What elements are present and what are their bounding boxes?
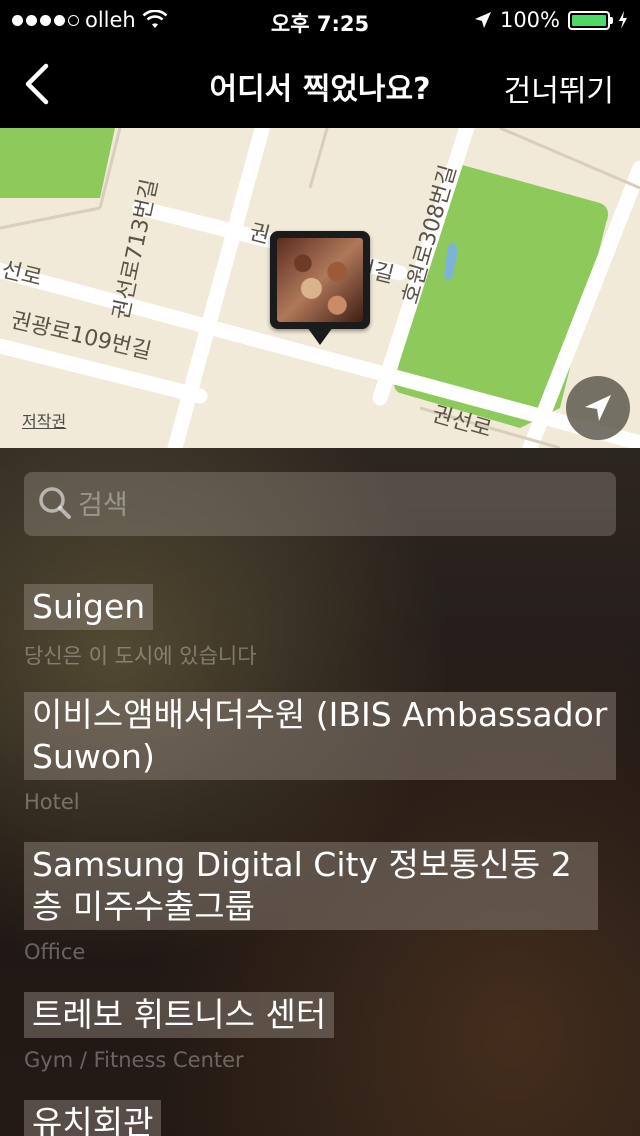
place-name: 트레보 휘트니스 센터	[24, 992, 335, 1038]
list-item[interactable]: Samsung Digital City 정보통신동 2층 미주수출그룹 Off…	[24, 842, 598, 964]
list-item[interactable]: 유치회관	[24, 1100, 162, 1136]
location-arrow-icon	[585, 395, 611, 421]
map-view[interactable]: 권선로713번길 호원로308번길 권광로109번길 권선로 선로 권 번길 저…	[0, 128, 640, 448]
list-item[interactable]: 트레보 휘트니스 센터 Gym / Fitness Center	[24, 992, 335, 1072]
place-list-panel: Suigen 당신은 이 도시에 있습니다 이비스앰배서더수원 (IBIS Am…	[0, 448, 640, 1136]
list-item[interactable]: Suigen 당신은 이 도시에 있습니다	[24, 584, 257, 670]
back-chevron-icon[interactable]	[20, 62, 60, 106]
battery-percent: 100%	[499, 8, 560, 32]
map-copyright-link[interactable]: 저작권	[22, 408, 66, 432]
photo-thumbnail	[277, 238, 363, 322]
battery-icon	[568, 10, 613, 30]
place-subtitle: 당신은 이 도시에 있습니다	[24, 644, 257, 668]
search-bar[interactable]	[24, 472, 616, 536]
place-name: Suigen	[24, 584, 154, 630]
place-subtitle: Hotel	[24, 790, 80, 814]
search-icon	[39, 487, 71, 519]
location-services-icon	[474, 12, 491, 28]
status-bar: olleh 오후 7:25 100%	[0, 0, 640, 40]
skip-button[interactable]: 건너뛰기	[504, 66, 614, 110]
search-input[interactable]	[76, 484, 600, 526]
place-subtitle: Gym / Fitness Center	[24, 1048, 244, 1072]
place-name: 이비스앰배서더수원 (IBIS Ambassador Suwon)	[24, 692, 616, 780]
place-subtitle: Office	[24, 940, 86, 964]
list-item[interactable]: 이비스앰배서더수원 (IBIS Ambassador Suwon) Hotel	[24, 692, 616, 814]
photo-location-pin[interactable]	[270, 231, 370, 345]
navigation-bar: 어디서 찍었나요? 건너뛰기	[0, 40, 640, 128]
charging-icon	[619, 11, 627, 29]
current-location-button[interactable]	[566, 376, 630, 440]
place-name: 유치회관	[24, 1100, 162, 1136]
place-name: Samsung Digital City 정보통신동 2층 미주수출그룹	[24, 842, 598, 930]
